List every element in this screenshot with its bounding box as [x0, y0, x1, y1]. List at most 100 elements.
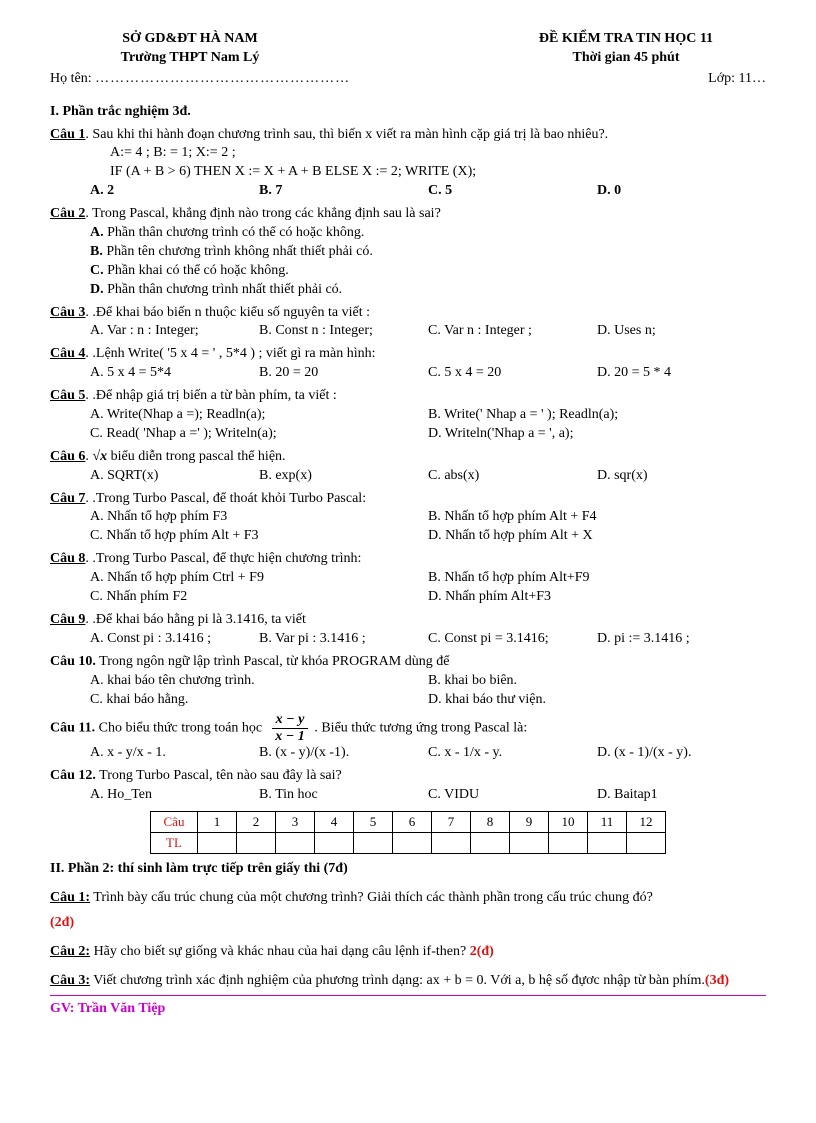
col-2: 2 — [237, 812, 276, 833]
q1-optB: B. 7 — [259, 183, 282, 198]
row-label-tl: TL — [151, 833, 198, 854]
ans-cell — [471, 833, 510, 854]
q6-optD: D. sqr(x) — [597, 467, 766, 486]
q12-label: Câu 12. — [50, 768, 96, 783]
ans-cell — [354, 833, 393, 854]
q6-text: biểu diễn trong pascal thể hiện. — [107, 449, 285, 464]
q9-optC: C. Const pi = 3.1416; — [428, 630, 597, 649]
ans-cell — [393, 833, 432, 854]
q8: Câu 8. .Trong Turbo Pascal, để thực hiện… — [50, 550, 766, 569]
q12-optA: A. Ho_Ten — [50, 786, 259, 805]
q4-optD: D. 20 = 5 * 4 — [597, 364, 766, 383]
part2-title: II. Phần 2: thí sinh làm trực tiếp trên … — [50, 860, 766, 879]
table-row: Câu 1 2 3 4 5 6 7 8 9 10 11 12 — [151, 812, 666, 833]
q5-opts-row1: A. Write(Nhap a =); Readln(a); B. Write(… — [50, 406, 766, 425]
q7: Câu 7. .Trong Turbo Pascal, để thoát khỏ… — [50, 490, 766, 509]
q9-optB: B. Var pi : 3.1416 ; — [259, 630, 428, 649]
q1-optC: C. 5 — [428, 183, 452, 198]
q6-optB: B. exp(x) — [259, 467, 428, 486]
q7-opts-row2: C. Nhấn tổ hợp phím Alt + F3 D. Nhấn tổ … — [50, 527, 766, 546]
q10-optC: C. khai báo hằng. — [50, 691, 428, 710]
q10-label: Câu 10. — [50, 654, 96, 669]
q6-optA: A. SQRT(x) — [50, 467, 259, 486]
q12-optD: D. Baitap1 — [597, 786, 766, 805]
q7-opts-row1: A. Nhấn tổ hợp phím F3 B. Nhấn tổ hợp ph… — [50, 508, 766, 527]
q10-opts-row2: C. khai báo hằng. D. khai báo thư viện. — [50, 691, 766, 710]
frac-numer: x − y — [272, 713, 309, 729]
q5-optD: D. Writeln('Nhap a = ', a); — [428, 425, 766, 444]
gv-label: GV: — [50, 1001, 74, 1016]
q10: Câu 10. Trong ngôn ngữ lập trình Pascal,… — [50, 653, 766, 672]
q10-opts-row1: A. khai báo tên chương trình. B. khai bo… — [50, 672, 766, 691]
col-8: 8 — [471, 812, 510, 833]
q2: Câu 2. Trong Pascal, khẳng định nào tron… — [50, 205, 766, 224]
q1-text: . Sau khi thi hành đoạn chương trình sau… — [85, 127, 608, 142]
q8-optA: A. Nhấn tổ hợp phím Ctrl + F9 — [50, 569, 428, 588]
q10-optA: A. khai báo tên chương trình. — [50, 672, 428, 691]
col-5: 5 — [354, 812, 393, 833]
q1-optD: D. 0 — [597, 183, 621, 198]
q1-opts: A. 2 B. 7 C. 5 D. 0 — [50, 182, 766, 201]
q10-optB: B. khai bo biên. — [428, 672, 766, 691]
q6-label: Câu 6 — [50, 449, 85, 464]
answer-table: Câu 1 2 3 4 5 6 7 8 9 10 11 12 TL — [150, 811, 666, 854]
p2-q2-label: Câu 2: — [50, 944, 90, 959]
q11-label: Câu 11. — [50, 721, 95, 736]
header-left: SỞ GD&ĐT HÀ NAM Trường THPT Nam Lý — [50, 30, 330, 68]
q8-opts-row2: C. Nhấn phím F2 D. Nhấn phím Alt+F3 — [50, 588, 766, 607]
q7-optA: A. Nhấn tổ hợp phím F3 — [50, 508, 428, 527]
q1-optA: A. 2 — [90, 183, 114, 198]
q2-text: . Trong Pascal, khẳng định nào trong các… — [85, 206, 440, 221]
table-row: TL — [151, 833, 666, 854]
q2-optD: D. Phần thân chương trình nhất thiết phả… — [50, 281, 766, 300]
col-10: 10 — [549, 812, 588, 833]
q2-optC: C. Phần khai có thể có hoặc không. — [50, 262, 766, 281]
ans-cell — [588, 833, 627, 854]
q5-optA: A. Write(Nhap a =); Readln(a); — [50, 406, 428, 425]
q9-optA: A. Const pi : 3.1416 ; — [50, 630, 259, 649]
q11-optB: B. (x - y)/(x -1). — [259, 744, 428, 763]
footer-gv: GV: Trần Văn Tiệp — [50, 1000, 766, 1019]
q8-optC: C. Nhấn phím F2 — [50, 588, 428, 607]
q3-optB: B. Const n : Integer; — [259, 322, 428, 341]
q1-label: Câu 1 — [50, 127, 85, 142]
q5-opts-row2: C. Read( 'Nhap a =' ); Writeln(a); D. Wr… — [50, 425, 766, 444]
q7-optB: B. Nhấn tổ hợp phím Alt + F4 — [428, 508, 766, 527]
p2-q1-label: Câu 1: — [50, 890, 90, 905]
q6-opts: A. SQRT(x) B. exp(x) C. abs(x) D. sqr(x) — [50, 467, 766, 486]
p2-q3-text: Viết chương trình xác định nghiệm của ph… — [90, 973, 705, 988]
q4-optC: C. 5 x 4 = 20 — [428, 364, 597, 383]
col-3: 3 — [276, 812, 315, 833]
q9-text: . .Để khai báo hằng pi là 3.1416, ta viế… — [85, 612, 305, 627]
q7-optD: D. Nhấn tổ hợp phím Alt + X — [428, 527, 766, 546]
q5-label: Câu 5 — [50, 388, 85, 403]
q3-optD: D. Uses n; — [597, 322, 766, 341]
q9-label: Câu 9 — [50, 612, 85, 627]
q7-label: Câu 7 — [50, 491, 85, 506]
q10-optD: D. khai báo thư viện. — [428, 691, 766, 710]
q8-optB: B. Nhấn tổ hợp phím Alt+F9 — [428, 569, 766, 588]
q11-post: . Biểu thức tương ứng trong Pascal là: — [314, 721, 527, 736]
q8-optD: D. Nhấn phím Alt+F3 — [428, 588, 766, 607]
q8-opts-row1: A. Nhấn tổ hợp phím Ctrl + F9 B. Nhấn tổ… — [50, 569, 766, 588]
ans-cell — [198, 833, 237, 854]
q3: Câu 3. .Để khai báo biến n thuộc kiểu số… — [50, 304, 766, 323]
q5-optB: B. Write(' Nhap a = ' ); Readln(a); — [428, 406, 766, 425]
q11: Câu 11. Cho biểu thức trong toán học x −… — [50, 713, 766, 744]
q12-text: Trong Turbo Pascal, tên nào sau đây là s… — [96, 768, 342, 783]
q5-optC: C. Read( 'Nhap a =' ); Writeln(a); — [50, 425, 428, 444]
q3-optC: C. Var n : Integer ; — [428, 322, 597, 341]
gv-name: Trần Văn Tiệp — [74, 1001, 165, 1016]
fraction-icon: x − y x − 1 — [272, 713, 309, 744]
exam-title: ĐỀ KIỂM TRA TIN HỌC 11 — [486, 30, 766, 49]
p2-q3-score: (3đ) — [705, 973, 729, 988]
p2-q1: Câu 1: Trình bày cấu trúc chung của một … — [50, 889, 766, 933]
p2-q3: Câu 3: Viết chương trình xác định nghiệm… — [50, 972, 766, 991]
q4-optB: B. 20 = 20 — [259, 364, 428, 383]
p2-q1-text: Trình bày cấu trúc chung của một chương … — [90, 890, 653, 905]
col-9: 9 — [510, 812, 549, 833]
col-6: 6 — [393, 812, 432, 833]
q1: Câu 1. Sau khi thi hành đoạn chương trìn… — [50, 126, 766, 145]
q2-label: Câu 2 — [50, 206, 85, 221]
class-label: Lớp: 11… — [708, 70, 766, 89]
